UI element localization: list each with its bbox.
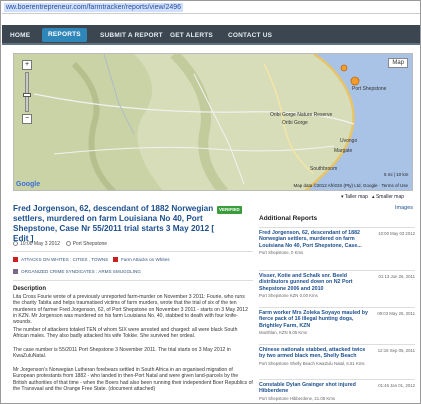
sidebar-report-date: 01:46 Jan 01, 2012 [378,383,415,388]
report-meta: 10:00 May 3 2012 Port Shepstone [13,241,107,247]
map-size-links: ▾ Taller map ▴ Smaller map [341,194,404,200]
description-paragraph-3: The case number is 55/2011 Port Shepston… [13,347,231,360]
smaller-map-link[interactable]: ▴ Smaller map [372,194,404,200]
google-logo[interactable]: Google [16,181,40,188]
sidebar-report-item[interactable]: Constable Dylan Grainger shot injured Hi… [259,379,415,401]
sidebar-report-location: Munthlan, KZN 9.05 Kms [259,330,308,336]
report-title: Fred Jorgenson, 62, descendant of 1882 N… [13,204,215,243]
description-paragraph-2: The number of attackers totaled TEN of w… [13,327,238,340]
category-color-icon [113,257,118,262]
sidebar-report-location: Port Shepstone, 0 Kms [259,250,304,256]
map-markers [340,64,360,86]
sidebar-report-location: Port Shepstone Hibberdene, 21.05 Kms [259,395,335,401]
sidebar-report-date: 10:00 May 03 2012 [378,231,415,236]
description-paragraph-4: Mr Jorgenson's Norwegian Lutheran forebe… [13,367,253,392]
category-farm-attacks[interactable]: Farm Attacks on Whites [113,256,170,263]
category-color-icon [13,257,18,262]
map-type-button[interactable]: Map [388,58,408,68]
category-organized-crime[interactable]: ORGANIZED CRIME SYNDICATES : ARMS SMUGGL… [13,268,141,275]
map-scale: 5 mi | 10 km [384,172,409,177]
report-datetime: 10:00 May 3 2012 [20,241,61,247]
sidebar-report-title[interactable]: Farm worker Mrs Zoleka Soyayo mauled by … [259,310,369,329]
map-attribution[interactable]: Map data ©2012 AfriGIS (Pty) Ltd, Google… [293,183,408,188]
sidebar-report-title[interactable]: Chinese nationals stabbed, attacked twic… [259,347,369,360]
sidebar-report-date: 09:03 May 25, 2011 [377,311,415,316]
category-attacks-cities[interactable]: ATTACKS ON WHITES : CITIES , TOWNS [13,256,108,263]
top-nav: HOME REPORTS SUBMIT A REPORT GET ALERTS … [2,25,420,45]
nav-reports[interactable]: REPORTS [42,28,87,42]
zoom-in-button[interactable]: + [22,60,32,70]
zoom-slider[interactable] [23,72,31,112]
incident-marker[interactable] [350,76,360,86]
incident-map[interactable]: Oribi Gorge Nature Reserve Oribi Gorge P… [13,53,413,191]
browser-frame: ww.boerentrepreneur.com/farmtracker/repo… [0,0,421,404]
clock-icon [13,241,18,246]
sidebar-report-date: 01:13 Jun 26, 2011 [378,274,415,279]
sidebar-report-item[interactable]: Chinese nationals stabbed, attacked twic… [259,344,415,366]
zoom-out-button[interactable]: − [22,114,32,124]
description-heading: Description [13,286,47,292]
address-bar[interactable]: ww.boerentrepreneur.com/farmtracker/repo… [2,2,420,14]
sidebar-report-item[interactable]: Farm worker Mrs Zoleka Soyayo mauled by … [259,307,415,335]
zoom-control: + − [20,60,34,125]
verified-badge: VERIFIED [217,206,242,214]
images-tab[interactable]: Images [395,205,413,211]
nav-get-alerts[interactable]: GET ALERTS [170,29,213,43]
nearby-marker[interactable] [340,64,348,72]
meta-divider [13,251,253,252]
nav-home[interactable]: HOME [10,29,30,43]
sidebar-report-date: 12:16 Sep 05, 2011 [377,348,415,353]
category-color-icon [13,269,18,274]
sidebar-report-location: Port Shepstone Shelly Beach KwaZulu Nata… [259,360,365,366]
additional-reports-heading: Additional Reports [259,215,318,222]
sidebar-report-location: Port Shepstone KZN 0.00 Kms [259,293,318,299]
sidebar-report-title[interactable]: Visser, Kotie and Schalk snr. Beeld dist… [259,273,369,292]
sidebar-report-title[interactable]: Constable Dylan Grainger shot injured Hi… [259,382,369,395]
location-icon [65,241,71,246]
nav-contact-us[interactable]: CONTACT US [228,29,272,43]
report-location: Port Shepstone [72,241,108,247]
url-text[interactable]: ww.boerentrepreneur.com/farmtracker/repo… [4,3,184,12]
sidebar-report-item[interactable]: Visser, Kotie and Schalk snr. Beeld dist… [259,270,415,298]
taller-map-link[interactable]: ▾ Taller map [341,194,368,200]
description-paragraph-1: Lita Cross Fourie wrote of a previously … [13,294,248,326]
sidebar-report-title[interactable]: Fred Jorgenson, 62, descendant of 1882 N… [259,230,369,249]
sidebar-report-item[interactable]: Fred Jorgenson, 62, descendant of 1882 N… [259,227,415,255]
zoom-slider-thumb[interactable] [23,93,31,97]
nav-submit-report[interactable]: SUBMIT A REPORT [100,29,163,43]
category-divider [13,280,253,281]
